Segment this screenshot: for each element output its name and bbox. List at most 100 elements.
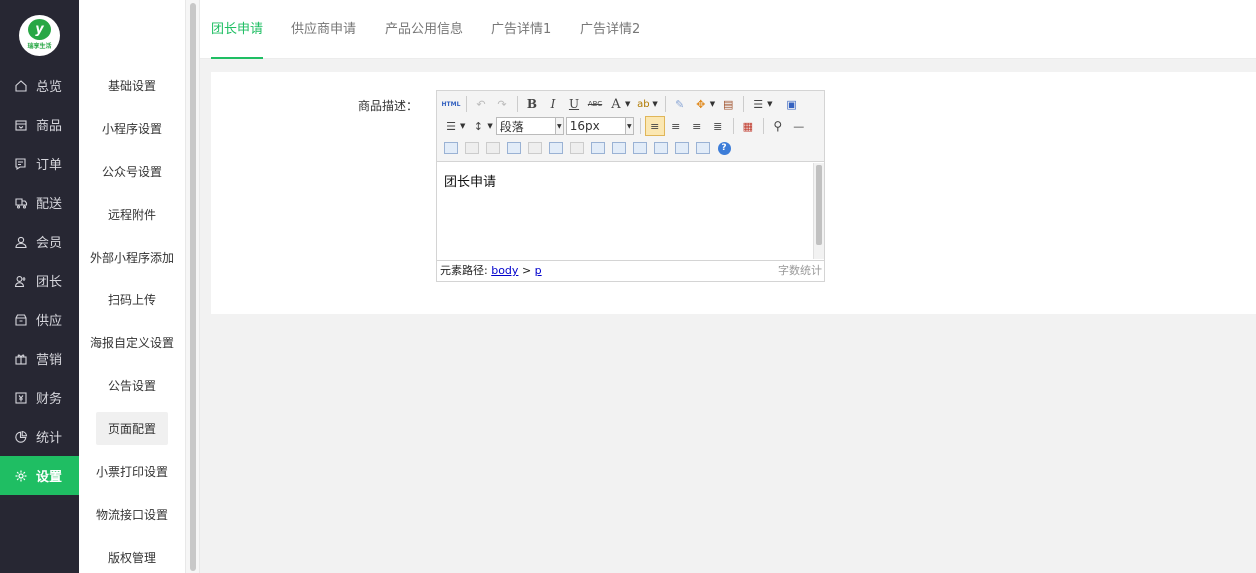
tab-ad-detail-2[interactable]: 广告详情2	[580, 0, 640, 59]
paste-icon[interactable]: ▤	[718, 94, 738, 114]
brand-logo[interactable]: y 瑞享生活	[19, 15, 60, 56]
font-color-icon[interactable]: A	[606, 94, 626, 114]
bold-icon[interactable]: B	[522, 94, 542, 114]
dropdown-arrow-icon[interactable]: ▼	[652, 100, 657, 108]
format-brush-icon[interactable]: ✥	[691, 94, 711, 114]
dropdown-arrow-icon[interactable]: ▼	[460, 122, 465, 130]
main-nav-item-delivery[interactable]: 配送	[0, 183, 79, 222]
insert-table-icon[interactable]	[441, 138, 461, 158]
main-nav-item-goods[interactable]: 商品	[0, 105, 79, 144]
dropdown-arrow-icon[interactable]: ▼	[487, 122, 492, 130]
strikethrough-icon[interactable]: ABC	[585, 94, 605, 114]
dropdown-arrow-icon[interactable]: ▼	[625, 100, 630, 108]
underline-icon[interactable]: U	[564, 94, 584, 114]
search-replace-icon[interactable]: ⚲	[768, 116, 788, 136]
sub-nav-item[interactable]: 基础设置	[79, 64, 185, 107]
undo-icon[interactable]: ↶	[471, 94, 491, 114]
insert-image-icon[interactable]: ▦	[738, 116, 758, 136]
main-nav-item-supply[interactable]: 供应	[0, 300, 79, 339]
main-nav-label: 会员	[36, 236, 63, 251]
sub-nav-item[interactable]: 海报自定义设置	[79, 321, 185, 364]
tab-leader-apply[interactable]: 团长申请	[211, 0, 264, 59]
sub-nav-item[interactable]: 扫码上传	[79, 278, 185, 321]
delete-col-icon[interactable]	[567, 138, 587, 158]
align-left-icon[interactable]: ≡	[644, 116, 665, 136]
main-nav-item-finance[interactable]: 财务	[0, 378, 79, 417]
sub-nav-item[interactable]: 公众号设置	[79, 150, 185, 193]
path-p-link[interactable]: p	[535, 264, 542, 277]
path-body-link[interactable]: body	[491, 264, 518, 277]
main-nav-item-orders[interactable]: 订单	[0, 144, 79, 183]
merge-right-icon[interactable]	[609, 138, 629, 158]
font-size-select[interactable]: 16px ▼	[565, 117, 634, 135]
tab-ad-detail-1[interactable]: 广告详情1	[491, 0, 551, 59]
toolbar-row: HTML ↶ ↷ B I U ABC A ▼ ab ▼ ✎ ✥ ▼ ▤ ☰ ▼ ▣	[441, 93, 803, 115]
split-cols-icon[interactable]	[693, 138, 713, 158]
align-justify-icon[interactable]: ≣	[708, 116, 728, 136]
divider	[466, 96, 467, 112]
main-nav-item-leaders[interactable]: 团长	[0, 261, 79, 300]
line-height-icon[interactable]: ↕	[468, 116, 488, 136]
chevron-down-icon: ▼	[624, 118, 633, 134]
sub-nav-label: 远程附件	[107, 207, 156, 222]
merge-cells-icon[interactable]	[588, 138, 608, 158]
home-icon	[14, 79, 28, 93]
sub-nav-item[interactable]: 版权管理	[79, 536, 185, 573]
delete-table-icon[interactable]	[462, 138, 482, 158]
insert-col-icon[interactable]	[546, 138, 566, 158]
main-nav-item-marketing[interactable]: 营销	[0, 339, 79, 378]
align-center-icon[interactable]: ≡	[666, 116, 686, 136]
insert-row-icon[interactable]	[504, 138, 524, 158]
tab-product-info[interactable]: 产品公用信息	[385, 0, 463, 59]
gear-icon	[14, 469, 28, 483]
main-nav-label: 团长	[36, 275, 63, 290]
fullscreen-icon[interactable]: ▣	[782, 94, 802, 114]
sub-nav-label: 扫码上传	[107, 293, 156, 308]
tab-supplier-apply[interactable]: 供应商申请	[291, 0, 356, 59]
sub-nav-item[interactable]: 小程序设置	[79, 107, 185, 150]
eraser-icon[interactable]: ✎	[670, 94, 690, 114]
delete-row-icon[interactable]	[525, 138, 545, 158]
help-icon[interactable]: ?	[714, 138, 734, 158]
element-path-label: 元素路径:	[440, 264, 488, 277]
editor-scrollbar-thumb[interactable]	[816, 165, 822, 245]
horizontal-rule-icon[interactable]: —	[789, 116, 809, 136]
sub-nav-item-active[interactable]: 页面配置	[79, 407, 185, 450]
dropdown-arrow-icon[interactable]: ▼	[767, 100, 772, 108]
main-nav-label: 订单	[36, 158, 63, 173]
chevron-down-icon: ▼	[554, 118, 563, 134]
toolbar-row: ?	[441, 137, 735, 159]
sub-nav-label: 小票打印设置	[95, 464, 168, 479]
sub-nav-item[interactable]: 远程附件	[79, 193, 185, 236]
sub-nav-label: 海报自定义设置	[89, 336, 174, 351]
insert-para-before-table-icon[interactable]	[483, 138, 503, 158]
merge-down-icon[interactable]	[630, 138, 650, 158]
sidebar-scrollbar[interactable]	[185, 0, 200, 573]
editor-scrollbar[interactable]	[813, 163, 824, 259]
editor-content[interactable]: 团长申请	[437, 163, 813, 259]
sub-nav-item[interactable]: 物流接口设置	[79, 493, 185, 536]
user-icon	[14, 235, 28, 249]
sub-nav-item[interactable]: 外部小程序添加	[79, 236, 185, 279]
main-nav-item-overview[interactable]: 总览	[0, 66, 79, 105]
split-rows-icon[interactable]	[672, 138, 692, 158]
main-nav-item-stats[interactable]: 统计	[0, 417, 79, 456]
logo-text: 瑞享生活	[27, 43, 52, 50]
sidebar-scrollbar-thumb[interactable]	[190, 3, 196, 571]
italic-icon[interactable]: I	[543, 94, 563, 114]
split-cells-icon[interactable]	[651, 138, 671, 158]
sub-nav-item[interactable]: 小票打印设置	[79, 450, 185, 493]
sub-nav-item[interactable]: 公告设置	[79, 364, 185, 407]
redo-icon[interactable]: ↷	[492, 94, 512, 114]
sub-nav-label: 物流接口设置	[95, 507, 168, 522]
paragraph-select[interactable]: 段落 ▼	[495, 117, 564, 135]
html-source-icon[interactable]: HTML	[441, 94, 461, 114]
dropdown-arrow-icon[interactable]: ▼	[710, 100, 715, 108]
highlight-icon[interactable]: ab	[633, 94, 653, 114]
align-right-icon[interactable]: ≡	[687, 116, 707, 136]
unordered-list-icon[interactable]: ☰	[441, 116, 461, 136]
main-nav-item-members[interactable]: 会员	[0, 222, 79, 261]
main-nav-item-settings[interactable]: 设置	[0, 456, 79, 495]
ordered-list-icon[interactable]: ☰	[748, 94, 768, 114]
editor-toolbar: HTML ↶ ↷ B I U ABC A ▼ ab ▼ ✎ ✥ ▼ ▤ ☰ ▼ ▣	[437, 91, 824, 162]
